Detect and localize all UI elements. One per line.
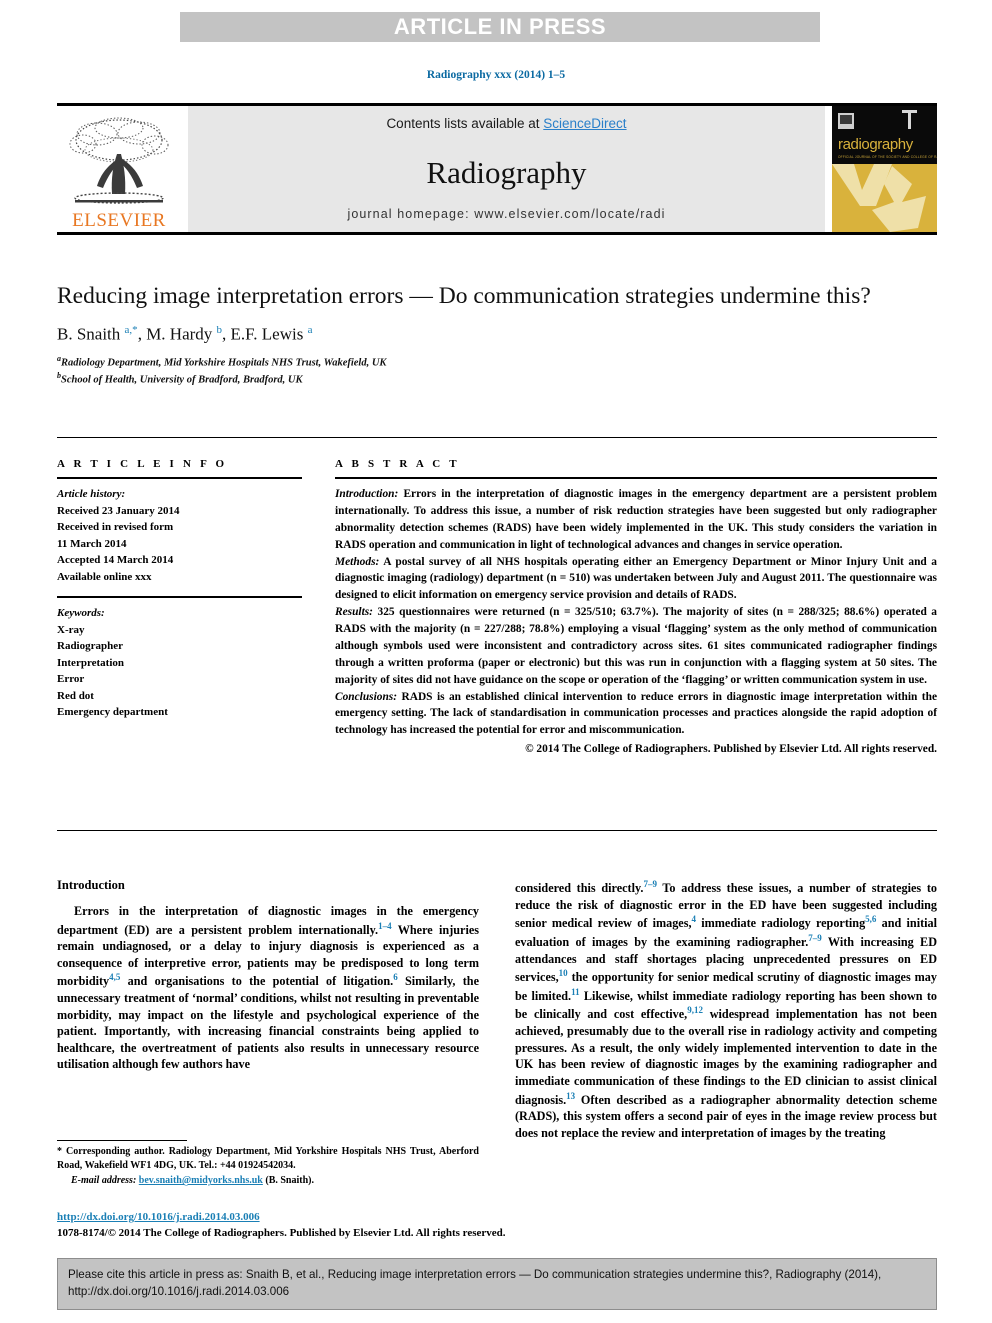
keyword-item: Red dot <box>57 689 94 702</box>
journal-cover-art: radiography OFFICIAL JOURNAL OF THE SOCI… <box>832 106 937 232</box>
email-owner: (B. Snaith). <box>265 1175 314 1187</box>
article-info-rule <box>57 477 302 479</box>
citation-box: Please cite this article in press as: Sn… <box>57 1258 937 1310</box>
keyword-item: X-ray <box>57 623 85 636</box>
keyword-item: Emergency department <box>57 706 168 718</box>
abstract-section: Conclusions: RADS is an established clin… <box>335 690 937 737</box>
email-line: E-mail address: bev.snaith@midyorks.nhs.… <box>57 1175 479 1186</box>
svg-text:OFFICIAL JOURNAL OF THE SOCIET: OFFICIAL JOURNAL OF THE SOCIETY AND COLL… <box>838 155 937 159</box>
abstract-column: A B S T R A C T Introduction: Errors in … <box>335 458 937 755</box>
abstract-section-label: Results: <box>335 606 373 619</box>
title-section-rule <box>57 437 937 438</box>
journal-masthead: ELSEVIER Contents lists available at Sci… <box>57 103 937 235</box>
journal-title: Radiography <box>426 154 587 190</box>
citation-text: Please cite this article in press as: Sn… <box>68 1268 882 1298</box>
abstract-section-label: Methods: <box>335 555 380 568</box>
article-history-line: 11 March 2014 <box>57 537 127 550</box>
article-in-press-banner: ARTICLE IN PRESS <box>180 12 820 42</box>
abstract-section: Introduction: Errors in the interpretati… <box>335 488 937 551</box>
journal-cover-thumbnail: radiography OFFICIAL JOURNAL OF THE SOCI… <box>832 106 937 232</box>
elsevier-wordmark: ELSEVIER <box>72 210 166 231</box>
keywords-rule <box>57 596 302 598</box>
issn-copyright-line: 1078-8174/© 2014 The College of Radiogra… <box>57 1227 506 1239</box>
corresponding-author-text: * Corresponding author. Radiology Depart… <box>57 1146 479 1172</box>
introduction-paragraph-right: considered this directly.7–9 To address … <box>515 879 938 1140</box>
article-history-line: Received 23 January 2014 <box>57 504 180 517</box>
article-in-press-label: ARTICLE IN PRESS <box>393 14 607 39</box>
svg-text:radiography: radiography <box>838 136 914 153</box>
abstract-section: Results: 325 questionnaires were returne… <box>335 606 937 686</box>
keyword-item: Interpretation <box>57 656 125 669</box>
contents-lists-prefix: Contents lists available at <box>386 116 544 131</box>
sciencedirect-link[interactable]: ScienceDirect <box>543 116 626 131</box>
contents-lists-line: Contents lists available at ScienceDirec… <box>386 116 626 131</box>
journal-homepage-line[interactable]: journal homepage: www.elsevier.com/locat… <box>347 207 665 221</box>
article-info-column: A R T I C L E I N F O Article history: R… <box>57 458 302 755</box>
footnote-rule <box>57 1140 187 1141</box>
article-history-label: Article history: <box>57 488 126 500</box>
email-link[interactable]: bev.snaith@midyorks.nhs.uk <box>139 1175 263 1186</box>
page-title: Reducing image interpretation errors — D… <box>57 283 871 309</box>
keyword-item: Error <box>57 673 85 685</box>
corresponding-author-footnote: * Corresponding author. Radiology Depart… <box>57 1140 479 1186</box>
article-history-line: Available online xxx <box>57 570 152 583</box>
abstract-section-rule <box>57 830 937 831</box>
elsevier-logo: ELSEVIER <box>57 106 181 232</box>
abstract-body: Introduction: Errors in the interpretati… <box>335 486 937 739</box>
article-info-heading: A R T I C L E I N F O <box>57 458 228 470</box>
email-label: E-mail address: <box>71 1175 137 1187</box>
abstract-rule <box>335 477 937 479</box>
abstract-section-label: Conclusions: <box>335 690 398 703</box>
body-column-left: Introduction Errors in the interpretatio… <box>57 878 479 1141</box>
abstract-section-label: Introduction: <box>335 488 399 500</box>
abstract-copyright: © 2014 The College of Radiographers. Pub… <box>525 743 937 756</box>
affiliation-item: aRadiology Department, Mid Yorkshire Hos… <box>57 354 387 369</box>
body-column-right: considered this directly.7–9 To address … <box>515 878 937 1141</box>
article-history-line: Accepted 14 March 2014 <box>57 554 174 566</box>
keywords-label: Keywords: <box>57 607 105 619</box>
keywords-block: Keywords: X-ray Radiographer Interpretat… <box>57 605 302 721</box>
introduction-paragraph-left: Errors in the interpretation of diagnost… <box>57 904 479 1072</box>
keyword-item: Radiographer <box>57 640 123 652</box>
author-list: B. Snaith a,*, M. Hardy b, E.F. Lewis a <box>57 324 313 345</box>
article-history-line: Received in revised form <box>57 521 174 533</box>
masthead-center-panel: Contents lists available at ScienceDirec… <box>188 106 825 232</box>
introduction-heading: Introduction <box>57 878 125 892</box>
article-info-abstract-section: A R T I C L E I N F O Article history: R… <box>57 458 937 755</box>
affiliation-list: aRadiology Department, Mid Yorkshire Hos… <box>57 354 937 387</box>
title-block: Reducing image interpretation errors — D… <box>57 282 937 387</box>
affiliation-item: bSchool of Health, University of Bradfor… <box>57 370 303 386</box>
doi-block: http://dx.doi.org/10.1016/j.radi.2014.03… <box>57 1207 557 1239</box>
article-history-block: Article history: Received 23 January 201… <box>57 486 302 585</box>
abstract-section: Methods: A postal survey of all NHS hosp… <box>335 555 937 602</box>
masthead-bottom-rule <box>57 232 937 235</box>
body-columns: Introduction Errors in the interpretatio… <box>57 878 937 1141</box>
journal-reference-line: Radiography xxx (2014) 1–5 <box>426 69 566 81</box>
elsevier-tree-icon <box>69 117 169 204</box>
doi-link[interactable]: http://dx.doi.org/10.1016/j.radi.2014.03… <box>57 1211 260 1223</box>
abstract-heading: A B S T R A C T <box>335 458 460 470</box>
